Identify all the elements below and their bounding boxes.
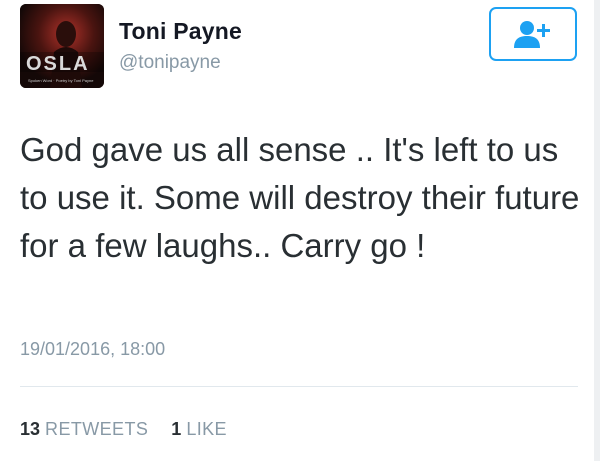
likes-label: LIKE — [186, 419, 227, 439]
tweet-text: God gave us all sense .. It's left to us… — [20, 131, 580, 264]
retweets-stat[interactable]: 13 RETWEETS — [20, 419, 153, 439]
retweets-count: 13 — [20, 419, 41, 439]
user-handle[interactable]: @tonipayne — [119, 52, 221, 74]
add-user-icon — [514, 21, 550, 48]
tweet-timestamp[interactable]: 19/01/2016, 18:00 — [20, 339, 165, 360]
scrollbar-track — [594, 0, 600, 461]
tweet-stats: 13 RETWEETS 1 LIKE — [20, 419, 227, 440]
follow-button[interactable] — [489, 7, 577, 61]
divider — [20, 386, 578, 387]
avatar-title: OSLA — [26, 53, 90, 75]
avatar-image: OSLA Spoken Word · Poetry by Toni Payne — [20, 4, 104, 88]
likes-stat[interactable]: 1 LIKE — [166, 419, 227, 439]
likes-count: 1 — [171, 419, 182, 439]
tweet-card: OSLA Spoken Word · Poetry by Toni Payne … — [0, 0, 600, 461]
user-name[interactable]: Toni Payne — [119, 18, 242, 45]
avatar[interactable]: OSLA Spoken Word · Poetry by Toni Payne — [20, 4, 104, 88]
retweets-label: RETWEETS — [45, 419, 149, 439]
avatar-caption: Spoken Word · Poetry by Toni Payne — [28, 78, 94, 83]
